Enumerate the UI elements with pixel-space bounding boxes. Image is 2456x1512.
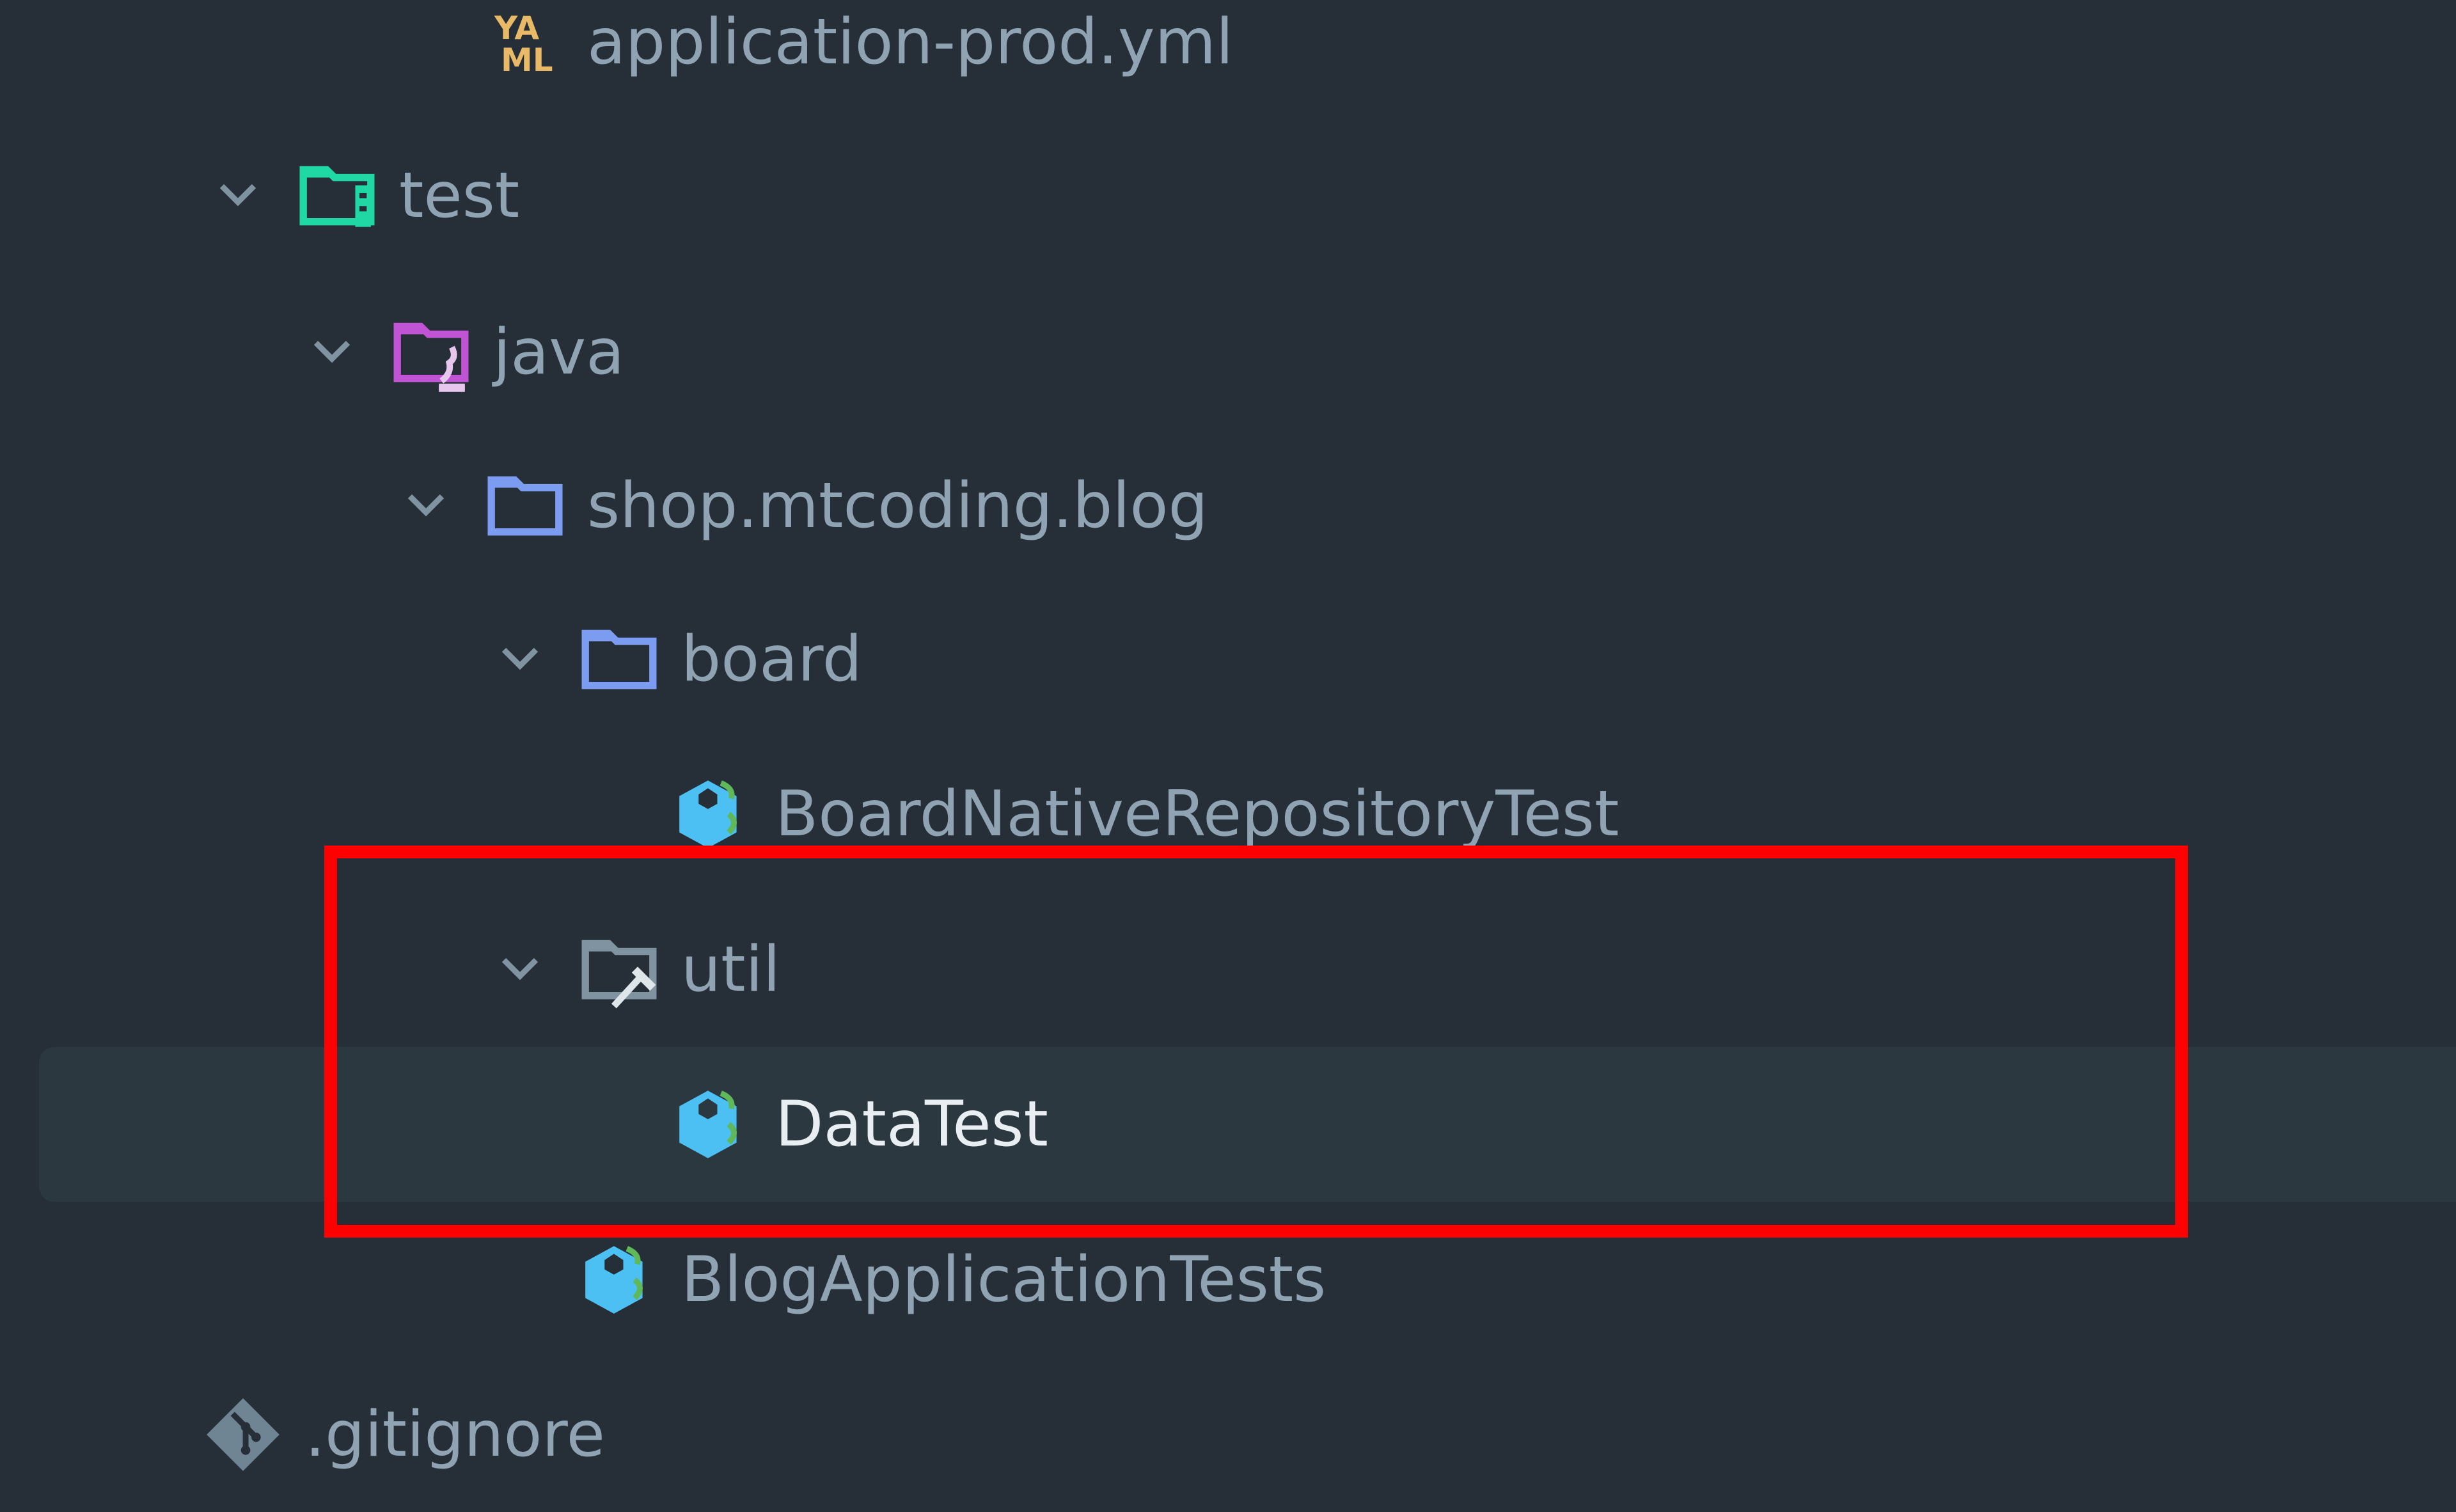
tree-item-shop-mtcoding-blog[interactable]: shop.mtcoding.blog bbox=[0, 429, 2456, 583]
tree-item-datatest[interactable]: DataTest bbox=[0, 1047, 2456, 1202]
tree-item-label: java bbox=[493, 316, 625, 389]
tree-item-label: BoardNativeRepositoryTest bbox=[775, 778, 1619, 851]
selection-highlight bbox=[39, 1047, 2456, 1202]
project-tree: YA ML application-prod.yml test java sho… bbox=[0, 0, 2456, 1493]
git-file-icon bbox=[201, 1393, 285, 1476]
tree-item-application-prod-yml[interactable]: YA ML application-prod.yml bbox=[0, 0, 2456, 120]
tree-item-label: shop.mtcoding.blog bbox=[587, 469, 1208, 542]
tree-item-label: BlogApplicationTests bbox=[681, 1243, 1326, 1316]
test-class-icon bbox=[672, 773, 755, 856]
tree-item-test[interactable]: test bbox=[0, 118, 2456, 273]
tree-item-gitignore[interactable]: .gitignore bbox=[0, 1357, 2456, 1512]
test-class-icon bbox=[672, 1083, 755, 1166]
tree-item-blogapplicationtests[interactable]: BlogApplicationTests bbox=[0, 1202, 2456, 1357]
chevron-down-icon[interactable] bbox=[391, 471, 461, 541]
tree-item-board[interactable]: board bbox=[0, 582, 2456, 737]
svg-text:ML: ML bbox=[501, 42, 553, 77]
yaml-file-icon: YA ML bbox=[485, 1, 568, 84]
tree-item-label: util bbox=[681, 933, 780, 1006]
test-root-folder-icon bbox=[295, 154, 379, 237]
chevron-down-icon[interactable] bbox=[485, 624, 555, 695]
package-folder-icon bbox=[484, 464, 567, 547]
tree-item-label: application-prod.yml bbox=[587, 6, 1234, 79]
tree-item-label: .gitignore bbox=[305, 1398, 605, 1471]
chevron-down-icon[interactable] bbox=[485, 934, 555, 1005]
test-sources-folder-icon bbox=[390, 311, 473, 394]
test-class-icon bbox=[578, 1238, 661, 1321]
tree-item-util[interactable]: util bbox=[0, 892, 2456, 1047]
package-folder-icon bbox=[578, 618, 661, 701]
tree-item-label: board bbox=[681, 623, 862, 696]
chevron-down-icon[interactable] bbox=[203, 161, 273, 231]
chevron-down-icon[interactable] bbox=[297, 317, 367, 388]
tree-item-label: DataTest bbox=[775, 1088, 1048, 1161]
tree-item-java[interactable]: java bbox=[0, 275, 2456, 430]
tree-item-label: test bbox=[399, 159, 520, 232]
tree-item-boardnativerepositorytest[interactable]: BoardNativeRepositoryTest bbox=[0, 737, 2456, 892]
util-package-folder-icon bbox=[578, 928, 661, 1011]
